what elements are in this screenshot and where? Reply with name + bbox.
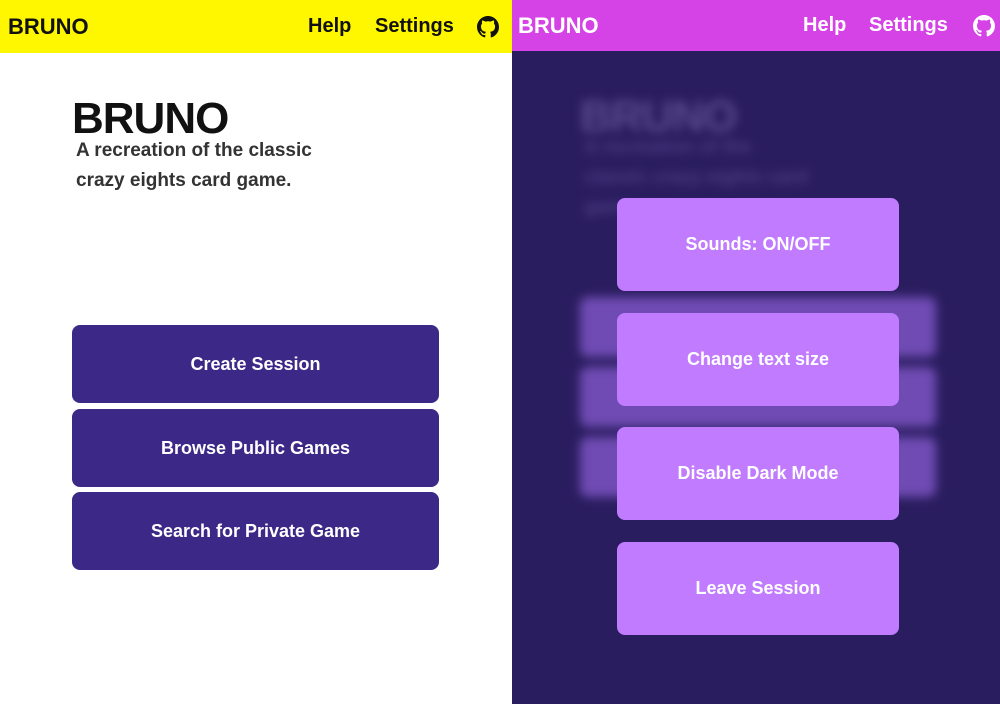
help-link[interactable]: Help [803,14,846,37]
browse-public-games-button[interactable]: Browse Public Games [72,409,439,487]
create-session-button[interactable]: Create Session [72,325,439,403]
light-mode-pane: BRUNO Help Settings BRUNO A recreation o… [0,0,512,704]
settings-link[interactable]: Settings [375,15,454,38]
sounds-toggle-button[interactable]: Sounds: ON/OFF [617,198,899,291]
leave-session-button[interactable]: Leave Session [617,542,899,635]
search-private-game-button[interactable]: Search for Private Game [72,492,439,570]
settings-link[interactable]: Settings [869,14,948,37]
github-icon[interactable] [477,15,499,38]
github-icon[interactable] [973,14,995,37]
help-link[interactable]: Help [308,15,351,38]
page-title: BRUNO [72,94,229,143]
navbar: BRUNO Help Settings [0,0,512,53]
page-subtitle: A recreation of the classic crazy eights… [76,140,312,191]
brand-logo[interactable]: BRUNO [8,14,89,40]
brand-logo[interactable]: BRUNO [518,13,599,39]
disable-dark-mode-button[interactable]: Disable Dark Mode [617,427,899,520]
dark-mode-pane: BRUNO Help Settings BRUNO A recreation o… [512,0,1000,704]
change-text-size-button[interactable]: Change text size [617,313,899,406]
navbar: BRUNO Help Settings [512,0,1000,51]
